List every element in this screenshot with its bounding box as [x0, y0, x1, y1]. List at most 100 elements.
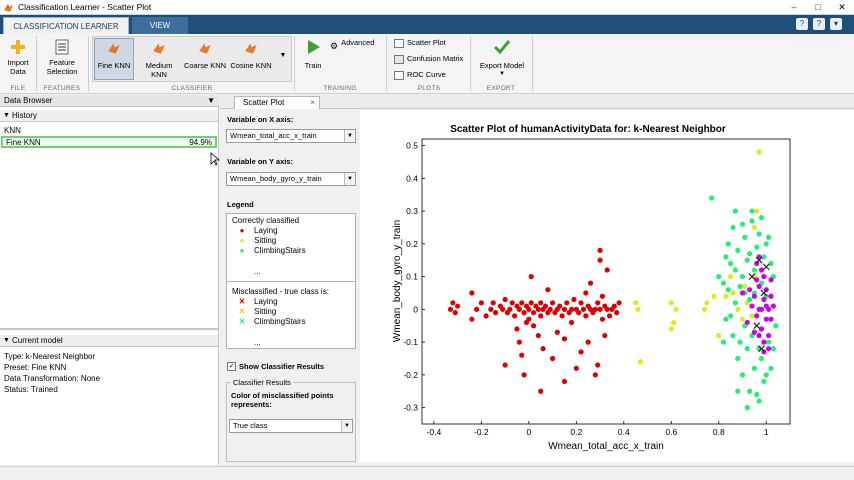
legend-mis-climbing-label[interactable]: ClimbingStairs	[254, 317, 306, 327]
y-axis-variable-select[interactable]: Wmean_body_gyro_y_train ▼	[226, 172, 356, 186]
show-classifier-results-checkbox[interactable]: ✓	[227, 362, 236, 371]
color-represents-select[interactable]: True class ▼	[229, 419, 353, 433]
data-point-climbingstairs	[737, 339, 743, 345]
data-point-climbingstairs	[739, 221, 746, 227]
x-axis-variable-select[interactable]: Wmean_total_acc_x_train ▼	[226, 129, 356, 143]
group-label-plots: PLOTS	[417, 85, 441, 92]
data-point-climbingstairs	[728, 260, 734, 267]
legend-mis-laying-label[interactable]: Laying	[254, 297, 278, 307]
x-axis-variable-label: Variable on X axis:	[227, 115, 294, 124]
tab-classification-learner[interactable]: CLASSIFICATION LEARNER	[3, 17, 129, 34]
data-point-predicted-dense-cluster-	[751, 329, 757, 335]
import-data-button[interactable]: Import Data	[2, 38, 34, 76]
data-point-laying	[502, 362, 508, 368]
cosine-knn-icon	[245, 43, 257, 54]
cosine-knn-label: Cosine KNN	[230, 61, 272, 70]
data-point-climbingstairs	[754, 244, 760, 250]
data-point-predicted-dense-cluster-	[754, 260, 760, 267]
scatter-plot-chart[interactable]: Scatter Plot of humanActivityData for: k…	[360, 110, 854, 462]
data-point-laying	[599, 316, 606, 322]
tab-scatter-plot[interactable]: Scatter Plot ×	[234, 96, 320, 109]
data-point-laying	[564, 300, 570, 306]
data-point-laying	[549, 300, 556, 306]
current-model-header[interactable]: ▼ Current model	[0, 335, 218, 347]
data-point-laying	[559, 313, 565, 319]
roc-curve-button[interactable]: ROC Curve	[394, 68, 446, 82]
data-point-laying	[557, 303, 563, 309]
data-point-laying	[573, 365, 579, 371]
data-point-sitting	[671, 319, 677, 326]
data-point-climbingstairs	[737, 283, 743, 290]
expand-ribbon-icon[interactable]: ▾	[830, 18, 842, 30]
confusion-matrix-button[interactable]: Confusion Matrix	[394, 52, 463, 66]
data-point-laying	[616, 300, 622, 306]
train-button[interactable]: Train	[298, 38, 328, 70]
cosine-knn-button[interactable]: Cosine KNN	[229, 41, 273, 70]
legend-correct-title: Correctly classified	[232, 216, 300, 225]
panel-divider[interactable]	[0, 328, 219, 330]
fine-knn-button[interactable]: Fine KNN	[94, 41, 134, 70]
matlab-app-icon	[4, 4, 13, 12]
data-point-laying	[561, 336, 568, 342]
data-point-predicted-dense-cluster-	[744, 319, 750, 326]
tab-view[interactable]: VIEW	[132, 17, 188, 34]
advanced-button[interactable]: ⚙ Advanced	[330, 36, 374, 51]
data-point-climbingstairs	[749, 208, 755, 214]
scatter-plot-button[interactable]: Scatter Plot	[394, 36, 446, 50]
coarse-knn-button[interactable]: Coarse KNN	[183, 41, 227, 70]
data-point-climbingstairs	[770, 346, 776, 352]
data-browser-header: Data Browser ▼	[0, 95, 219, 107]
export-model-label: Export Model	[479, 61, 525, 70]
data-point-climbingstairs	[766, 234, 772, 240]
legend-sitting-x-marker: ✕	[238, 307, 246, 316]
history-section: ▼ History	[0, 110, 218, 122]
confusion-matrix-icon	[394, 54, 404, 64]
data-point-predicted-dense-cluster-	[751, 293, 757, 299]
medium-knn-button[interactable]: Medium KNN	[137, 41, 181, 79]
plot-options-panel: Variable on X axis: Wmean_total_acc_x_tr…	[223, 110, 357, 462]
gallery-expand-icon[interactable]: ▼	[277, 52, 289, 59]
model-status: Status: Trained	[4, 385, 58, 394]
data-point-predicted-dense-cluster-	[739, 290, 746, 296]
legend-box: Correctly classified ● Laying ● Sitting …	[226, 213, 356, 349]
chevron-down-icon: ▼	[344, 173, 355, 185]
data-point-laying	[592, 306, 598, 312]
data-point-climbingstairs	[763, 241, 769, 247]
history-item-fine-knn[interactable]: Fine KNN 94.9%	[1, 136, 217, 148]
close-tab-icon[interactable]: ×	[310, 97, 315, 109]
maximize-button[interactable]: □	[806, 0, 830, 15]
help-icon[interactable]: ?	[796, 18, 808, 30]
data-point-laying	[578, 349, 584, 355]
data-point-climbingstairs	[763, 372, 769, 378]
data-point-climbingstairs	[735, 355, 741, 362]
feature-selection-button[interactable]: Feature Selection	[40, 38, 84, 76]
history-item-name: Fine KNN	[6, 138, 41, 147]
data-point-laying	[507, 306, 513, 312]
minimize-button[interactable]: –	[782, 0, 806, 15]
legend-laying-label[interactable]: Laying	[254, 226, 278, 236]
legend-sitting-label[interactable]: Sitting	[254, 236, 276, 246]
classifier-results-group: Classifier Results Color of misclassifie…	[226, 378, 356, 462]
help-icon-2[interactable]: ?	[813, 18, 825, 30]
data-point-sitting	[723, 293, 729, 299]
legend-climbing-label[interactable]: ClimbingStairs	[254, 246, 306, 256]
data-point-predicted-dense-cluster-	[763, 303, 769, 309]
data-point-predicted-dense-cluster-	[763, 287, 769, 293]
data-point-climbingstairs	[744, 346, 750, 352]
collapse-triangle-icon: ▼	[3, 337, 10, 344]
export-model-button[interactable]: Export Model ▼	[474, 38, 530, 79]
close-button[interactable]: ✕	[830, 0, 854, 15]
data-point-climbingstairs	[747, 296, 753, 303]
data-point-climbingstairs	[725, 287, 731, 293]
x-tick-label: 0.4	[618, 427, 630, 437]
y-tick-label: 0.3	[406, 206, 418, 216]
data-point-climbingstairs	[756, 231, 762, 237]
legend-mis-sitting-label[interactable]: Sitting	[254, 307, 276, 317]
data-point-laying	[592, 372, 598, 378]
data-point-laying	[516, 306, 522, 312]
history-header[interactable]: ▼ History	[0, 110, 218, 122]
panel-menu-icon[interactable]: ▼	[207, 95, 215, 107]
chevron-down-icon: ▼	[341, 420, 352, 432]
x-axis-variable-value: Wmean_total_acc_x_train	[230, 131, 317, 140]
app-tab-strip: CLASSIFICATION LEARNER VIEW ? ? ▾	[0, 15, 854, 34]
